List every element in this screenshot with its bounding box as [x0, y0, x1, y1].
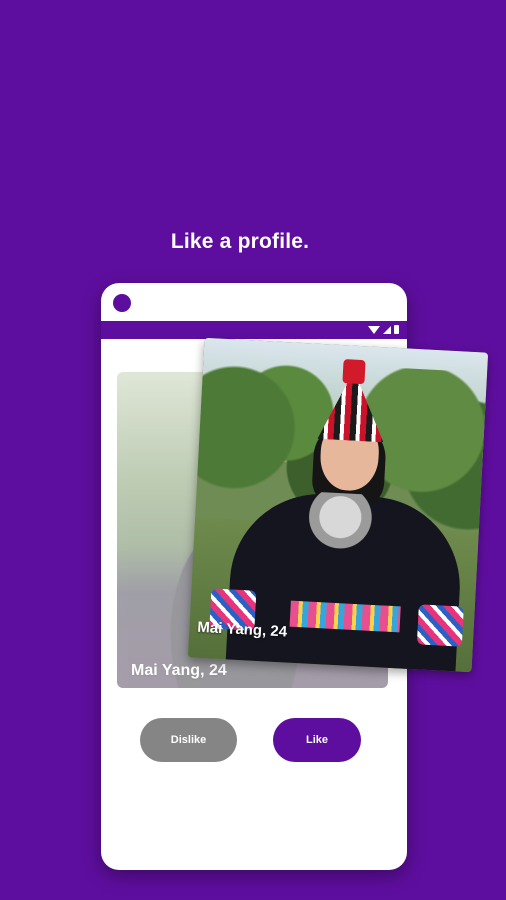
headline: Like a profile. — [170, 230, 310, 253]
status-icons — [368, 325, 399, 334]
wifi-icon — [368, 325, 380, 334]
battery-icon — [394, 325, 399, 334]
like-button[interactable]: Like — [273, 718, 361, 762]
signal-icon — [383, 325, 391, 334]
camera-dot — [113, 294, 131, 312]
status-bar — [101, 321, 407, 339]
photo-person-trim-right — [416, 604, 464, 647]
dislike-button[interactable]: Dislike — [140, 718, 237, 762]
photo-person-collar — [297, 491, 382, 576]
profile-name-back: Mai Yang, 24 — [131, 662, 227, 679]
profile-card-front[interactable]: Mai Yang, 24 — [187, 337, 489, 673]
photo-person-hat-top — [342, 359, 366, 385]
